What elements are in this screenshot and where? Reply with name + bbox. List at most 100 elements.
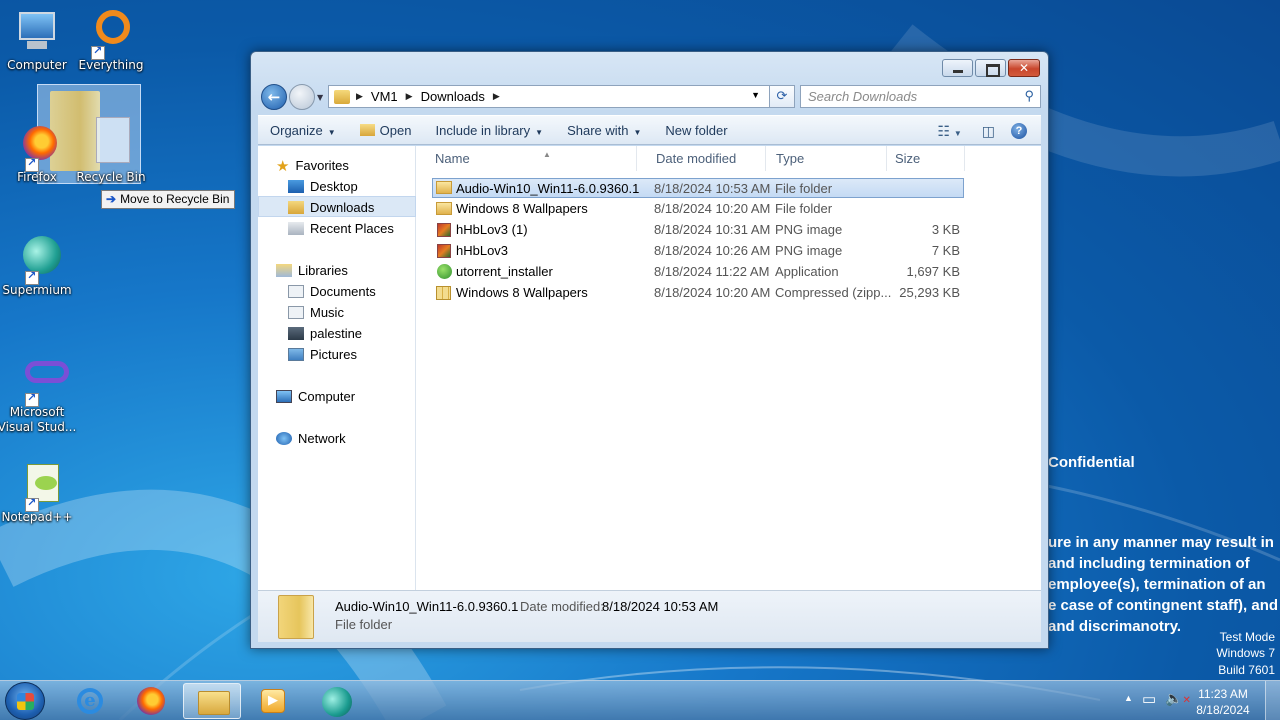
refresh-button[interactable]: ⟳	[769, 85, 795, 108]
new-folder-label: New folder	[665, 122, 728, 138]
clock[interactable]: 11:23 AM 8/18/2024	[1190, 686, 1256, 718]
desktop-icon-computer[interactable]: Computer	[1, 8, 73, 73]
nav-item-libraries[interactable]: Libraries	[258, 260, 416, 281]
file-row[interactable]: Windows 8 Wallpapers 8/18/2024 10:20 AM …	[432, 199, 964, 219]
file-row[interactable]: hHbLov3 (1) 8/18/2024 10:31 AM PNG image…	[432, 220, 964, 240]
taskbar-firefox[interactable]	[121, 683, 179, 719]
notepadpp-icon	[13, 460, 61, 512]
column-header-date[interactable]: Date modified	[646, 146, 766, 171]
desktop-icon-supermium[interactable]: Supermium	[1, 233, 73, 298]
open-button[interactable]: Open	[348, 123, 424, 138]
nav-label: Favorites	[295, 158, 349, 173]
desktop-icon-recycle-bin[interactable]: Recycle Bin	[75, 120, 147, 185]
desktop-icon-label: Supermium	[2, 283, 72, 297]
nav-item-desktop[interactable]: Desktop	[258, 176, 416, 197]
nav-item-computer[interactable]: Computer	[258, 386, 416, 407]
include-in-library-button[interactable]: Include in library ▼	[423, 123, 555, 138]
file-type: Compressed (zipp...	[775, 285, 892, 300]
folder-icon	[334, 89, 350, 104]
desktop-icon-everything[interactable]: Everything	[75, 8, 147, 73]
open-label: Open	[379, 122, 412, 138]
recent-places-icon	[288, 222, 304, 235]
column-header-name[interactable]: Name ▲	[425, 146, 637, 171]
file-date: 8/18/2024 10:31 AM	[654, 222, 771, 237]
organize-label: Organize	[270, 122, 323, 138]
nav-item-palestine[interactable]: palestine	[258, 323, 416, 344]
supermium-icon	[13, 233, 61, 285]
show-desktop-button[interactable]	[1265, 681, 1280, 720]
nav-item-downloads[interactable]: Downloads	[258, 196, 416, 217]
show-hidden-icons-icon[interactable]: ▲	[1124, 693, 1133, 703]
address-bar[interactable]: ▶ VM1 ▶ Downloads ▶ ▼	[328, 85, 795, 108]
file-type: File folder	[775, 201, 833, 216]
file-date: 8/18/2024 10:53 AM	[654, 181, 771, 196]
breadcrumb-item[interactable]: VM1	[371, 89, 398, 104]
file-type: File folder	[775, 181, 833, 196]
recent-pages-dropdown[interactable]: ▼	[317, 93, 323, 102]
file-size: 3 KB	[931, 222, 960, 237]
file-name: hHbLov3	[456, 243, 509, 258]
pictures-icon	[288, 348, 304, 361]
confidential-line: e case of contingnent staff), and	[1048, 597, 1279, 614]
test-mode-line: Test Mode	[1219, 630, 1275, 644]
taskbar-media-player[interactable]: ▶	[243, 683, 301, 719]
file-row[interactable]: hHbLov3 8/18/2024 10:26 AM PNG image 7 K…	[432, 241, 964, 261]
downloads-folder-icon	[288, 201, 304, 214]
nav-item-pictures[interactable]: Pictures	[258, 344, 416, 365]
breadcrumb-item[interactable]: Downloads	[421, 89, 485, 104]
column-header-size[interactable]: Size	[885, 146, 965, 171]
taskbar-supermium[interactable]	[307, 683, 365, 719]
file-date: 8/18/2024 10:26 AM	[654, 243, 771, 258]
chevron-right-icon[interactable]: ▶	[406, 91, 413, 102]
desktop-icon-visual-studio[interactable]: Microsoft Visual Stud...	[0, 355, 76, 435]
maximize-button[interactable]	[975, 59, 1006, 77]
sort-ascending-icon: ▲	[543, 150, 551, 159]
firefox-icon	[137, 687, 165, 715]
file-row[interactable]: utorrent_installer 8/18/2024 11:22 AM Ap…	[432, 262, 964, 282]
internet-explorer-icon: e	[77, 688, 103, 714]
file-row[interactable]: Windows 8 Wallpapers 8/18/2024 10:20 AM …	[432, 283, 964, 303]
nav-item-network[interactable]: Network	[258, 428, 416, 449]
library-icon	[288, 327, 304, 340]
help-icon[interactable]: ?	[1011, 123, 1027, 139]
taskbar-internet-explorer[interactable]: e	[60, 683, 118, 719]
open-folder-icon	[359, 123, 375, 136]
chevron-right-icon[interactable]: ▶	[356, 91, 363, 102]
minimize-button[interactable]	[942, 59, 973, 77]
view-options-icon[interactable]: ☷ ▼	[937, 123, 961, 140]
network-tray-icon[interactable]: ▭	[1142, 690, 1156, 708]
share-with-button[interactable]: Share with ▼	[555, 123, 653, 138]
nav-item-music[interactable]: Music	[258, 302, 416, 323]
computer-icon	[276, 390, 292, 403]
windows-explorer-icon	[198, 691, 230, 715]
file-type: Application	[775, 264, 839, 279]
media-player-icon: ▶	[261, 689, 285, 713]
nav-label: palestine	[310, 326, 363, 341]
network-icon	[276, 432, 292, 445]
start-button[interactable]	[5, 682, 45, 720]
desktop-icon-notepadpp[interactable]: Notepad++	[1, 460, 73, 525]
file-list: Name ▲ Date modified Type Size Audio-Win1…	[417, 146, 1041, 590]
desktop-icon-label: Notepad++	[1, 510, 73, 524]
desktop-icon-firefox[interactable]: Firefox	[1, 120, 73, 185]
nav-label: Music	[310, 305, 344, 320]
address-dropdown-icon[interactable]: ▼	[751, 90, 760, 100]
nav-item-documents[interactable]: Documents	[258, 281, 416, 302]
forward-button[interactable]	[289, 84, 315, 110]
volume-muted-icon[interactable]: 🔈✕	[1165, 690, 1191, 707]
close-button[interactable]: ✕	[1008, 59, 1040, 77]
nav-item-recent-places[interactable]: Recent Places	[258, 218, 416, 239]
back-button[interactable]: ←	[261, 84, 287, 110]
preview-pane-icon[interactable]: ◫	[982, 123, 995, 140]
search-placeholder: Search Downloads	[808, 89, 918, 104]
column-header-type[interactable]: Type	[766, 146, 887, 171]
chevron-right-icon[interactable]: ▶	[493, 91, 500, 102]
taskbar: e ▶ ▲ ▭ 🔈✕ 11:23 AM 8/18/2024	[0, 680, 1280, 720]
search-icon[interactable]: ⚲	[1024, 88, 1034, 104]
file-row[interactable]: Audio-Win10_Win11-6.0.9360.1 8/18/2024 1…	[432, 178, 964, 198]
search-input[interactable]: Search Downloads ⚲	[800, 85, 1041, 108]
new-folder-button[interactable]: New folder	[653, 123, 739, 138]
organize-button[interactable]: Organize ▼	[258, 123, 348, 138]
nav-item-favorites[interactable]: ★ Favorites	[258, 155, 416, 176]
taskbar-windows-explorer[interactable]	[183, 683, 241, 719]
